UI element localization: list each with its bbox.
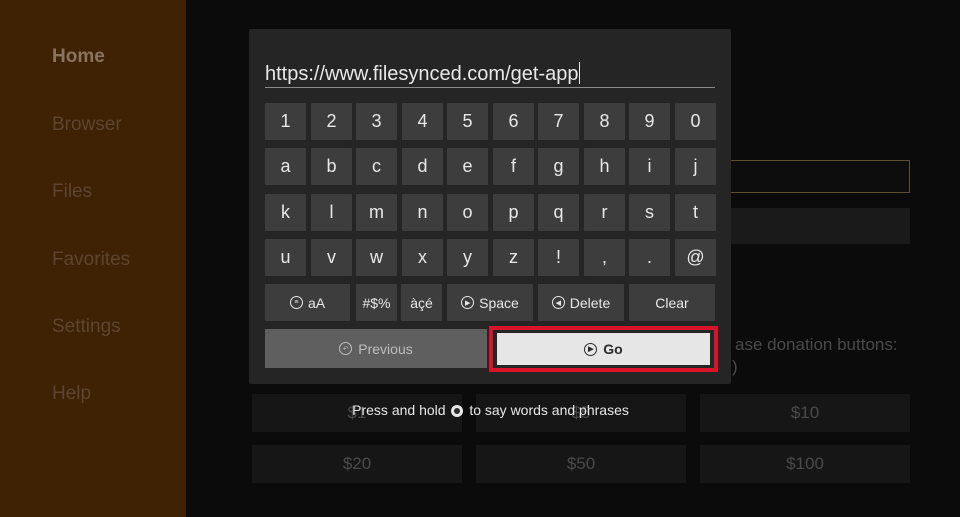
key-r[interactable]: r: [584, 194, 625, 231]
donation-label-cont: ): [732, 357, 738, 376]
donate-button-10: $10: [700, 394, 910, 432]
donate-button-100: $100: [700, 445, 910, 483]
key-@[interactable]: @: [675, 239, 716, 276]
rewind-icon: ◀: [551, 296, 565, 309]
case-toggle-label: aA: [307, 294, 326, 311]
donate-button-20: $20: [252, 445, 462, 483]
back-icon: ↶: [339, 342, 353, 355]
key-i[interactable]: i: [629, 148, 670, 185]
play-pause-icon: ▶: [584, 342, 598, 356]
key-p[interactable]: p: [493, 194, 534, 231]
key-w[interactable]: w: [356, 239, 397, 276]
key-v[interactable]: v: [311, 239, 352, 276]
previous-button[interactable]: ↶ Previous: [265, 329, 487, 368]
hint-text-after: to say words and phrases: [469, 402, 629, 418]
key-,[interactable]: ,: [584, 239, 625, 276]
voice-hint: Press and hold to say words and phrases: [253, 402, 728, 418]
key-f[interactable]: f: [493, 148, 534, 185]
key-9[interactable]: 9: [629, 103, 670, 140]
key-e[interactable]: e: [447, 148, 488, 185]
key-a[interactable]: a: [265, 148, 306, 185]
delete-label: Delete: [569, 294, 611, 311]
key-s[interactable]: s: [629, 194, 670, 231]
key-![interactable]: !: [538, 239, 579, 276]
key-q[interactable]: q: [538, 194, 579, 231]
sidebar-item-browser[interactable]: Browser: [52, 114, 122, 136]
key-b[interactable]: b: [311, 148, 352, 185]
key-1[interactable]: 1: [265, 103, 306, 140]
url-input-value: https://www.filesynced.com/get-app: [265, 63, 579, 85]
menu-button-icon: ≡: [289, 296, 303, 309]
previous-label: Previous: [358, 340, 413, 357]
clear-key[interactable]: Clear: [629, 284, 715, 321]
space-key[interactable]: ▶ Space: [447, 284, 533, 321]
donate-button-50: $50: [476, 445, 686, 483]
key-h[interactable]: h: [584, 148, 625, 185]
sidebar-item-help[interactable]: Help: [52, 383, 91, 405]
key-o[interactable]: o: [447, 194, 488, 231]
key-n[interactable]: n: [402, 194, 443, 231]
key-2[interactable]: 2: [311, 103, 352, 140]
key-x[interactable]: x: [402, 239, 443, 276]
donation-label: ase donation buttons:: [735, 335, 898, 354]
sidebar: Home Browser Files Favorites Settings He…: [0, 0, 186, 517]
key-3[interactable]: 3: [356, 103, 397, 140]
key-y[interactable]: y: [447, 239, 488, 276]
go-label: Go: [603, 341, 623, 357]
key-c[interactable]: c: [356, 148, 397, 185]
play-pause-icon: ▶: [461, 296, 475, 309]
key-u[interactable]: u: [265, 239, 306, 276]
space-label: Space: [479, 294, 519, 311]
sidebar-item-settings[interactable]: Settings: [52, 316, 121, 338]
symbols-key[interactable]: #$%: [356, 284, 397, 321]
key-g[interactable]: g: [538, 148, 579, 185]
key-t[interactable]: t: [675, 194, 716, 231]
key-l[interactable]: l: [311, 194, 352, 231]
sidebar-item-home[interactable]: Home: [52, 46, 105, 68]
key-m[interactable]: m: [356, 194, 397, 231]
key-6[interactable]: 6: [493, 103, 534, 140]
key-.[interactable]: .: [629, 239, 670, 276]
key-4[interactable]: 4: [402, 103, 443, 140]
go-button[interactable]: ▶ Go: [497, 333, 710, 365]
hint-text-before: Press and hold: [352, 402, 446, 418]
background-go-bar: [700, 208, 910, 244]
key-z[interactable]: z: [493, 239, 534, 276]
key-0[interactable]: 0: [675, 103, 716, 140]
key-8[interactable]: 8: [584, 103, 625, 140]
accents-key[interactable]: àçé: [401, 284, 442, 321]
background-url-field: [700, 160, 910, 193]
url-input[interactable]: https://www.filesynced.com/get-app: [265, 62, 581, 86]
sidebar-item-favorites[interactable]: Favorites: [52, 249, 130, 271]
url-input-underline: [265, 87, 715, 88]
delete-key[interactable]: ◀ Delete: [538, 284, 624, 321]
key-d[interactable]: d: [402, 148, 443, 185]
key-j[interactable]: j: [675, 148, 716, 185]
text-cursor: [579, 62, 581, 84]
sidebar-item-files[interactable]: Files: [52, 181, 92, 203]
case-toggle-key[interactable]: ≡ aA: [265, 284, 350, 321]
key-k[interactable]: k: [265, 194, 306, 231]
key-5[interactable]: 5: [447, 103, 488, 140]
key-7[interactable]: 7: [538, 103, 579, 140]
microphone-button-icon: [451, 405, 464, 417]
